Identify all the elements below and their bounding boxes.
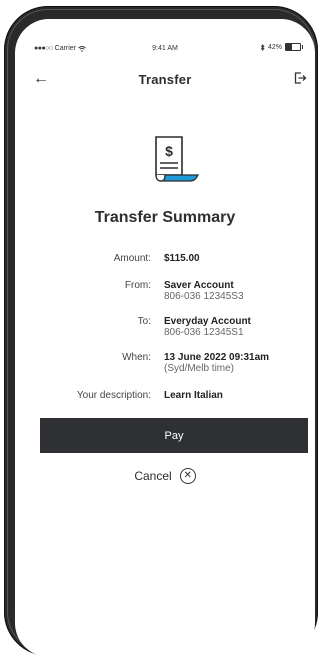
phone-frame: ●●●○○ Carrier 9:41 AM 42% ← Transfer $ T… <box>4 6 318 657</box>
when-timezone: (Syd/Melb time) <box>164 363 235 374</box>
from-account-name: Saver Account <box>164 280 234 291</box>
amount-value: $115.00 <box>164 253 200 264</box>
to-account-name: Everyday Account <box>164 316 251 327</box>
to-value: Everyday Account 806-036 12345S1 <box>164 316 251 338</box>
when-value: 13 June 2022 09:31am (Syd/Melb time) <box>164 352 269 374</box>
close-glyph: ✕ <box>183 470 192 481</box>
battery-fill <box>286 44 292 50</box>
summary-title: Transfer Summary <box>94 209 236 226</box>
when-label: When: <box>122 352 151 363</box>
logout-button[interactable] <box>293 71 307 90</box>
bluetooth-icon <box>260 43 265 51</box>
battery-icon <box>285 43 303 51</box>
from-account-number: 806-036 12345S3 <box>164 291 244 302</box>
when-date: 13 June 2022 09:31am <box>164 352 270 363</box>
receipt-dollar-icon: $ <box>152 135 200 190</box>
battery-percent: 42% <box>267 43 282 51</box>
description-text: Learn Italian <box>164 390 223 401</box>
status-bar: ●●●○○ Carrier 9:41 AM 42% <box>15 19 315 59</box>
logout-icon <box>294 72 307 84</box>
battery-info: 42% <box>260 43 303 51</box>
svg-text:$: $ <box>165 143 173 159</box>
to-account-number: 806-036 12345S1 <box>164 327 244 338</box>
amount-label: Amount: <box>113 253 151 264</box>
amount-text: $115.00 <box>164 253 200 264</box>
description-label: Your description: <box>76 390 151 401</box>
from-label: From: <box>124 280 151 291</box>
phone-screen: ●●●○○ Carrier 9:41 AM 42% ← Transfer $ T… <box>15 19 315 657</box>
app-header: ← Transfer <box>15 69 315 93</box>
page-title: Transfer <box>138 72 192 87</box>
cancel-label: Cancel <box>134 469 172 483</box>
close-circle-icon: ✕ <box>179 468 196 484</box>
pay-button[interactable]: Pay <box>40 418 308 453</box>
to-label: To: <box>137 316 151 327</box>
cancel-button[interactable]: Cancel ✕ <box>15 468 315 484</box>
from-value: Saver Account 806-036 12345S3 <box>164 280 244 302</box>
description-value: Learn Italian <box>164 390 223 401</box>
